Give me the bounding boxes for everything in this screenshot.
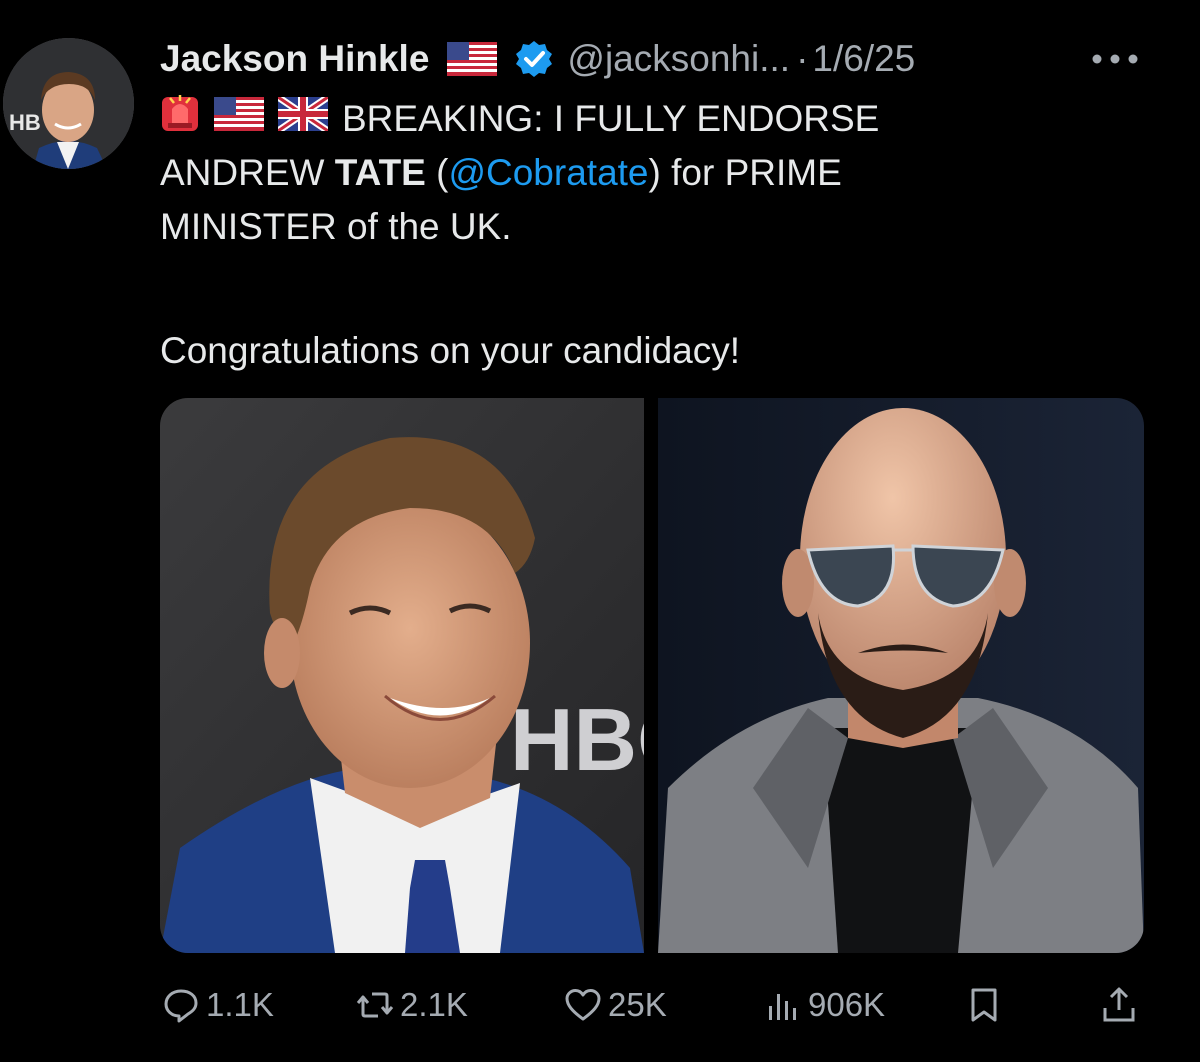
tweet-header: Jackson Hinkle @jacksonhi... · 1/6/25 — [160, 34, 915, 84]
media-photo-right[interactable] — [658, 398, 1144, 953]
views-count: 906K — [808, 986, 886, 1023]
reply-icon — [164, 989, 198, 1023]
tweet-text: BREAKING: I FULLY ENDORSE ANDREW TATE ( … — [160, 92, 1160, 378]
verified-badge-icon[interactable] — [515, 40, 553, 78]
tweet-text-line-3: MINISTER of the UK. — [160, 206, 512, 247]
separator-dot: · — [796, 38, 809, 79]
tweet-text-line-2: ANDREW TATE ( @Cobratate ) for PRIME — [160, 146, 1160, 200]
like-button[interactable]: 25K — [564, 980, 667, 1030]
author-handle[interactable]: @jacksonhi... — [567, 38, 790, 80]
mention-link[interactable]: @Cobratate — [448, 146, 648, 200]
us-flag-emoji — [214, 92, 264, 146]
heart-icon — [565, 989, 601, 1021]
bookmark-button[interactable] — [965, 980, 1009, 1030]
tweet-text-tate: TATE — [334, 152, 426, 193]
like-count: 25K — [608, 986, 667, 1023]
action-bar: 1.1K 2.1K 25K 906K — [160, 980, 1150, 1030]
reply-button[interactable]: 1.1K — [162, 980, 274, 1030]
repost-button[interactable]: 2.1K — [356, 980, 468, 1030]
tweet-text-line-1: BREAKING: I FULLY ENDORSE — [160, 92, 1160, 146]
uk-flag-emoji — [276, 92, 330, 146]
siren-emoji — [160, 91, 200, 148]
views-button[interactable]: 906K — [764, 980, 885, 1030]
bookmark-icon — [971, 988, 997, 1022]
share-icon — [1103, 987, 1135, 1022]
us-flag-emoji — [447, 42, 498, 76]
views-icon — [769, 994, 796, 1020]
tweet-text-prime: ) for PRIME — [648, 152, 842, 193]
reply-count: 1.1K — [206, 986, 274, 1023]
tweet-card[interactable]: HB Jackson Hinkle @jacksonhi... · 1/6/25… — [0, 0, 1200, 1062]
repost-count: 2.1K — [400, 986, 468, 1023]
repost-icon — [356, 992, 394, 1018]
tweet-text-line-4: Congratulations on your candidacy! — [160, 330, 741, 371]
avatar-logo-text: HB — [9, 110, 41, 135]
tweet-text-open-paren: ( — [425, 152, 449, 193]
share-button[interactable] — [1100, 980, 1144, 1030]
more-options-icon[interactable] — [1088, 46, 1142, 72]
hbo-backdrop-logo: HBO — [510, 690, 644, 789]
tweet-text-andrew: ANDREW — [160, 152, 335, 193]
tweet-text-breaking: BREAKING: I FULLY ENDORSE — [342, 98, 880, 139]
tweet-media[interactable]: HBO — [160, 398, 1144, 953]
media-photo-left[interactable]: HBO — [160, 398, 644, 953]
avatar[interactable]: HB — [3, 38, 134, 169]
avatar-photo: HB — [3, 38, 134, 169]
display-name[interactable]: Jackson Hinkle — [160, 38, 429, 80]
tweet-date[interactable]: 1/6/25 — [812, 38, 915, 80]
